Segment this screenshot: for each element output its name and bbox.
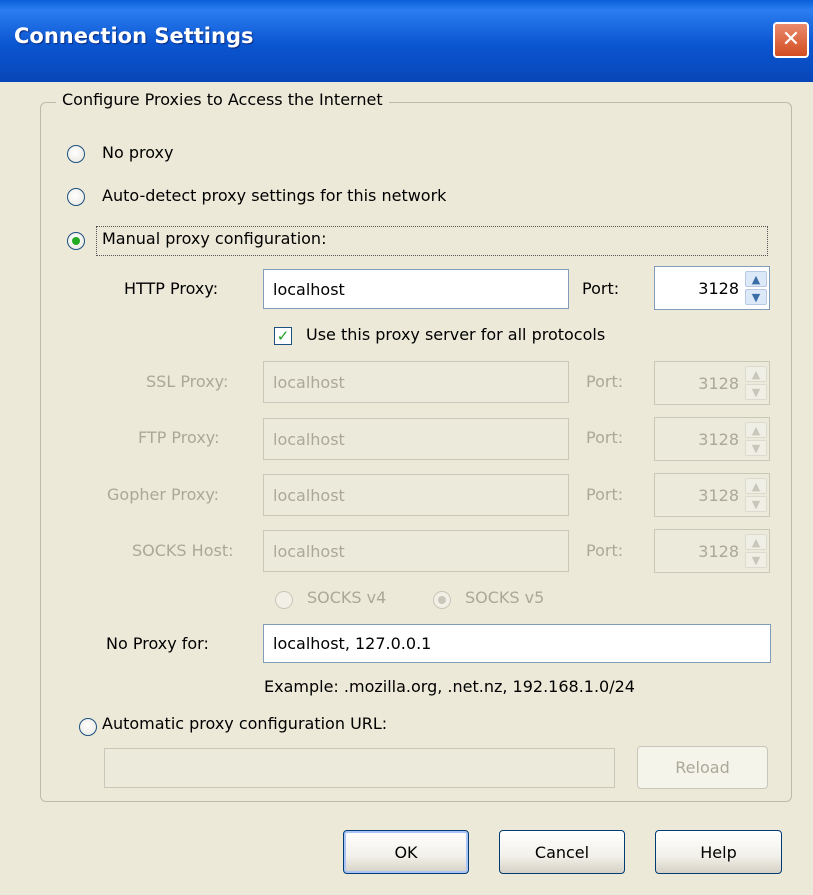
ssl-port-stepper[interactable]: 3128 ▲ ▼ — [654, 361, 770, 405]
selected-dot — [72, 237, 80, 245]
http-port-stepper[interactable]: 3128 ▲ ▼ — [654, 266, 770, 310]
window-title: Connection Settings — [14, 24, 254, 48]
spinner[interactable]: ▲ ▼ — [745, 421, 767, 457]
manual-proxy-label[interactable]: Manual proxy configuration: — [102, 229, 326, 248]
no-proxy-radio[interactable] — [67, 145, 85, 163]
socks-v4-radio[interactable] — [275, 591, 293, 609]
ftp-proxy-input[interactable]: localhost — [263, 418, 569, 460]
spin-down-icon[interactable]: ▼ — [745, 289, 767, 305]
check-icon: ✓ — [276, 327, 290, 345]
auto-config-url-input[interactable] — [104, 748, 615, 788]
ssl-port-label: Port: — [586, 372, 624, 391]
gopher-proxy-label: Gopher Proxy: — [107, 485, 220, 504]
auto-config-url-label[interactable]: Automatic proxy configuration URL: — [102, 714, 387, 733]
socks-host-input[interactable]: localhost — [263, 530, 569, 572]
socks-v5-radio[interactable] — [433, 591, 451, 609]
connection-settings-dialog: Connection Settings ✕ Configure Proxies … — [0, 0, 813, 895]
http-proxy-input[interactable]: localhost — [263, 269, 569, 309]
use-for-all-label[interactable]: Use this proxy server for all protocols — [306, 325, 605, 344]
spinner[interactable]: ▲ ▼ — [745, 533, 767, 569]
help-button[interactable]: Help — [655, 830, 782, 874]
no-proxy-for-label: No Proxy for: — [106, 634, 209, 653]
spin-up-icon[interactable]: ▲ — [745, 422, 767, 438]
spin-up-icon[interactable]: ▲ — [745, 534, 767, 550]
spinner[interactable]: ▲ ▼ — [745, 365, 767, 401]
spin-down-icon[interactable]: ▼ — [745, 552, 767, 568]
gopher-port-label: Port: — [586, 485, 624, 504]
close-button[interactable]: ✕ — [773, 22, 809, 58]
group-legend: Configure Proxies to Access the Internet — [56, 90, 389, 109]
manual-proxy-radio[interactable] — [67, 232, 85, 250]
socks-port-label: Port: — [586, 541, 624, 560]
http-proxy-label: HTTP Proxy: — [124, 279, 219, 298]
title-bar[interactable]: Connection Settings ✕ — [0, 0, 813, 82]
spin-up-icon[interactable]: ▲ — [745, 366, 767, 382]
spin-down-icon[interactable]: ▼ — [745, 384, 767, 400]
http-port-value: 3128 — [698, 278, 739, 298]
socks-port-value: 3128 — [698, 541, 739, 561]
no-proxy-example: Example: .mozilla.org, .net.nz, 192.168.… — [264, 677, 635, 696]
spin-up-icon[interactable]: ▲ — [745, 478, 767, 494]
spinner[interactable]: ▲ ▼ — [745, 270, 767, 306]
spin-down-icon[interactable]: ▼ — [745, 496, 767, 512]
gopher-proxy-input[interactable]: localhost — [263, 474, 569, 516]
auto-detect-radio[interactable] — [67, 188, 85, 206]
spin-down-icon[interactable]: ▼ — [745, 440, 767, 456]
ftp-port-label: Port: — [586, 428, 624, 447]
ftp-proxy-label: FTP Proxy: — [138, 428, 220, 447]
no-proxy-for-input[interactable]: localhost, 127.0.0.1 — [263, 624, 771, 663]
no-proxy-label[interactable]: No proxy — [102, 143, 173, 162]
gopher-port-stepper[interactable]: 3128 ▲ ▼ — [654, 473, 770, 517]
socks-host-label: SOCKS Host: — [132, 541, 234, 560]
ftp-port-stepper[interactable]: 3128 ▲ ▼ — [654, 417, 770, 461]
socks-v5-label[interactable]: SOCKS v5 — [465, 588, 544, 607]
selected-dot — [438, 596, 446, 604]
close-icon: ✕ — [781, 27, 801, 52]
ok-button[interactable]: OK — [343, 830, 469, 874]
gopher-port-value: 3128 — [698, 485, 739, 505]
spin-up-icon[interactable]: ▲ — [745, 271, 767, 287]
auto-detect-label[interactable]: Auto-detect proxy settings for this netw… — [102, 186, 446, 205]
auto-config-url-radio[interactable] — [79, 718, 97, 736]
spinner[interactable]: ▲ ▼ — [745, 477, 767, 513]
ssl-proxy-input[interactable]: localhost — [263, 361, 569, 403]
cancel-button[interactable]: Cancel — [499, 830, 625, 874]
http-port-label: Port: — [582, 279, 620, 298]
use-for-all-checkbox[interactable]: ✓ — [274, 327, 292, 345]
ssl-port-value: 3128 — [698, 373, 739, 393]
socks-port-stepper[interactable]: 3128 ▲ ▼ — [654, 529, 770, 573]
ssl-proxy-label: SSL Proxy: — [146, 372, 229, 391]
socks-v4-label[interactable]: SOCKS v4 — [307, 588, 386, 607]
reload-button[interactable]: Reload — [637, 746, 768, 789]
ftp-port-value: 3128 — [698, 429, 739, 449]
